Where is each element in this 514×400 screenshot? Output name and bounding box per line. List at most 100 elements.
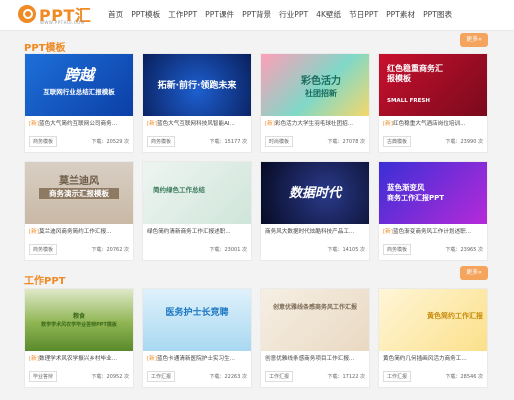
card-meta: 时尚模板 下载：27078 次 <box>265 136 365 147</box>
card-meta: 毕业答辩 下载：20952 次 <box>29 371 129 382</box>
category-tag[interactable]: 毕业答辩 <box>29 371 58 382</box>
site-logo[interactable]: PPT汇 WWW.PPTHUI.COM <box>18 4 96 27</box>
category-tag[interactable]: 工作汇报 <box>147 371 176 382</box>
card-title[interactable]: [新]红色稳重大气酒店岗位培训... <box>379 116 487 127</box>
card-title[interactable]: 绿色简约清新商务工作汇报述职... <box>143 224 251 235</box>
new-badge: [新] <box>147 356 157 362</box>
section-header-work-ppt: 工作PPT 更多» <box>24 266 488 287</box>
download-unit: 次 <box>241 247 247 253</box>
new-badge: [新] <box>29 121 39 127</box>
nav-item-ppt-courseware[interactable]: PPT课件 <box>205 9 234 20</box>
download-label: 下载： <box>91 374 107 380</box>
download-label: 下载： <box>445 374 461 380</box>
new-badge: [新] <box>29 229 39 235</box>
card-meta: 商务模板 下载：23965 次 <box>383 244 483 255</box>
category-tag[interactable]: 商务模板 <box>29 244 58 255</box>
template-card[interactable]: 粮食 数学学术风农学毕业答辩PPT模板 [新]数理学术风农学振兴乡村毕业... … <box>24 288 134 388</box>
thumbnail-subtitle: SMALL FRESH <box>387 98 430 104</box>
download-count: 下载：20952 次 <box>91 373 129 380</box>
category-tag[interactable]: 工作汇报 <box>383 371 412 382</box>
download-count: 下载：20529 次 <box>91 138 129 145</box>
nav-item-home[interactable]: 首页 <box>108 9 123 20</box>
download-number: 23001 <box>224 247 241 253</box>
download-label: 下载： <box>445 139 461 145</box>
card-title[interactable]: [新]彩色活力大学生羽毛球社团招... <box>261 116 369 127</box>
card-meta: 工作汇报 下载：22263 次 <box>147 371 247 382</box>
nav-item-4k-wallpaper[interactable]: 4K壁纸 <box>316 9 341 20</box>
category-tag[interactable]: 商务模板 <box>383 244 412 255</box>
template-thumbnail: 数据时代 <box>261 162 369 224</box>
template-card[interactable]: 创意优雅线条感商务风工作汇报 创意优雅线条感商务项目工作汇报... 工作汇报 下… <box>260 288 370 388</box>
nav-item-ppt-backgrounds[interactable]: PPT背景 <box>242 9 271 20</box>
nav-item-work-ppt[interactable]: 工作PPT <box>168 9 197 20</box>
logo-url: WWW.PPTHUI.COM <box>40 20 85 25</box>
template-card[interactable]: 跨越 互联网行业总结汇报模板 [新]蓝色大气简约互联网公司商务... 商务模板 … <box>24 53 134 153</box>
card-title-text: 黄色简约几何插画风活力商务工... <box>383 356 467 362</box>
more-button[interactable]: 更多» <box>460 266 488 280</box>
nav-item-ppt-templates[interactable]: PPT模板 <box>131 9 160 20</box>
new-badge: [新] <box>265 121 275 127</box>
card-title[interactable]: [新]莫兰迪风商务简约工作汇报... <box>25 224 133 235</box>
template-card[interactable]: 黄色简约工作汇报 黄色简约几何插画风活力商务工... 工作汇报 下载：28546… <box>378 288 488 388</box>
template-card[interactable]: 简约绿色工作总结 绿色简约清新商务工作汇报述职... 下载：23001 次 <box>142 161 252 261</box>
download-unit: 次 <box>123 139 129 145</box>
thumbnail-subtitle: 商务工作汇报PPT <box>387 194 445 202</box>
template-card[interactable]: 数据时代 商务风大数据时代炫酷科技产品工... 下载：14105 次 <box>260 161 370 261</box>
template-thumbnail: 黄色简约工作汇报 <box>379 289 487 351</box>
download-unit: 次 <box>359 247 365 253</box>
card-title[interactable]: [新]蓝色渐变商务风工作计划述职... <box>379 224 487 235</box>
template-card[interactable]: 医务护士长竞聘 [新]蓝色卡通清新医院护士实习生... 工作汇报 下载：2226… <box>142 288 252 388</box>
thumbnail-title: 黄色简约工作汇报 <box>427 312 483 320</box>
nav-item-industry-ppt[interactable]: 行业PPT <box>279 9 308 20</box>
template-card[interactable]: 红色稳重商务汇报模板 SMALL FRESH [新]红色稳重大气酒店岗位培训..… <box>378 53 488 153</box>
download-unit: 次 <box>123 374 129 380</box>
card-title[interactable]: [新]数理学术风农学振兴乡村毕业... <box>25 351 133 362</box>
category-tag[interactable]: 商务模板 <box>147 136 176 147</box>
new-badge: [新] <box>29 356 39 362</box>
download-count: 下载：22263 次 <box>209 373 247 380</box>
card-title[interactable]: [新]蓝色卡通清新医院护士实习生... <box>143 351 251 362</box>
category-tag[interactable]: 商务模板 <box>29 136 58 147</box>
template-thumbnail: 简约绿色工作总结 <box>143 162 251 224</box>
download-unit: 次 <box>241 374 247 380</box>
thumbnail-title: 彩色活力 <box>301 76 341 87</box>
main-nav: 首页 PPT模板 工作PPT PPT课件 PPT背景 行业PPT 4K壁纸 节日… <box>108 9 452 20</box>
download-number: 20529 <box>106 139 123 145</box>
thumbnail-subtitle: 社团招新 <box>305 89 337 98</box>
category-tag[interactable]: 时尚模板 <box>265 136 294 147</box>
card-title-text: 莫兰迪风商务简约工作汇报... <box>38 229 112 235</box>
download-number: 22263 <box>224 374 241 380</box>
download-number: 20952 <box>106 374 123 380</box>
nav-item-holiday-ppt[interactable]: 节日PPT <box>349 9 378 20</box>
template-card[interactable]: 彩色活力 社团招新 [新]彩色活力大学生羽毛球社团招... 时尚模板 下载：27… <box>260 53 370 153</box>
card-title-text: 红色稳重大气酒店岗位培训... <box>392 121 466 127</box>
thumbnail-title: 蓝色渐变风 <box>387 183 425 192</box>
thumbnail-title: 红色稳重商务汇报模板 <box>387 64 443 83</box>
template-card[interactable]: 蓝色渐变风 商务工作汇报PPT [新]蓝色渐变商务风工作计划述职... 商务模板… <box>378 161 488 261</box>
thumbnail-title: 拓新·前行·领跑未来 <box>157 81 237 91</box>
card-title[interactable]: [新]蓝色大气互联网科技风智能AI... <box>143 116 251 127</box>
card-title-text: 蓝色卡通清新医院护士实习生... <box>156 356 236 362</box>
card-title[interactable]: 商务风大数据时代炫酷科技产品工... <box>261 224 369 235</box>
card-meta: 工作汇报 下载：17122 次 <box>265 371 365 382</box>
card-title[interactable]: 创意优雅线条感商务项目工作汇报... <box>261 351 369 362</box>
category-tag[interactable]: 工作汇报 <box>265 371 294 382</box>
thumbnail-subtitle: 数学学术风农学毕业答辩PPT模板 <box>41 322 117 328</box>
nav-item-ppt-charts[interactable]: PPT图表 <box>423 9 452 20</box>
card-title[interactable]: 黄色简约几何插画风活力商务工... <box>379 351 487 362</box>
download-unit: 次 <box>477 247 483 253</box>
template-card[interactable]: 莫兰迪风 商务演示汇报模板 [新]莫兰迪风商务简约工作汇报... 商务模板 下载… <box>24 161 134 261</box>
download-unit: 次 <box>477 374 483 380</box>
download-number: 17122 <box>342 374 359 380</box>
download-label: 下载： <box>445 247 461 253</box>
download-count: 下载：15177 次 <box>209 138 247 145</box>
nav-item-ppt-materials[interactable]: PPT素材 <box>386 9 415 20</box>
card-title-text: 绿色简约清新商务工作汇报述职... <box>147 229 231 235</box>
card-meta: 商务模板 下载：15177 次 <box>147 136 247 147</box>
thumbnail-title: 简约绿色工作总结 <box>153 186 205 194</box>
new-badge: [新] <box>383 121 393 127</box>
more-button[interactable]: 更多» <box>460 33 488 47</box>
category-tag[interactable]: 古典模板 <box>383 136 412 147</box>
template-card[interactable]: 拓新·前行·领跑未来 [新]蓝色大气互联网科技风智能AI... 商务模板 下载：… <box>142 53 252 153</box>
card-title[interactable]: [新]蓝色大气简约互联网公司商务... <box>25 116 133 127</box>
